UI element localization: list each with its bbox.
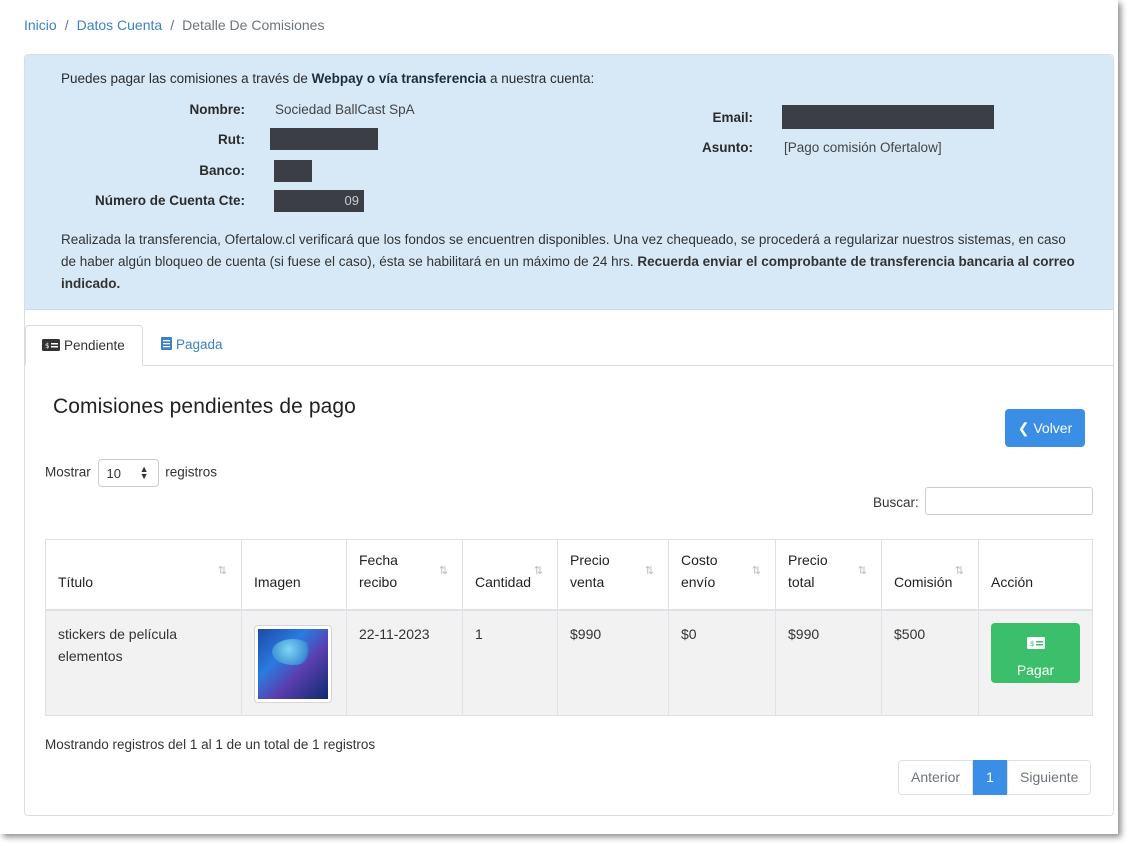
commissions-table: Título ⇅ Imagen Fecha recibo ⇅ Cantidad ⇅ P… (45, 539, 1093, 716)
breadcrumb-home-link[interactable]: Inicio (24, 17, 57, 33)
cell-titulo: stickers de película elementos (45, 609, 242, 716)
tab-pagada-label: Pagada (176, 337, 223, 352)
asunto-value: [Pago comisión Ofertalow] (784, 140, 942, 155)
asunto-label: Asunto: (702, 140, 753, 155)
email-label: Email: (712, 110, 753, 125)
length-post: registros (165, 464, 218, 480)
volver-button[interactable]: ❮ Volver (1005, 409, 1085, 447)
section-title: Comisiones pendientes de pago (53, 395, 356, 418)
product-thumbnail[interactable] (254, 624, 332, 703)
sort-icon: ⇅ (438, 565, 448, 577)
table-row: stickers de película elementos 22-11-202… (45, 609, 1093, 716)
cell-comision: $500 (881, 609, 979, 716)
svg-text:$: $ (1030, 640, 1034, 648)
col-precio-venta-label: Precio venta (570, 551, 610, 590)
commissions-card: Puedes pagar las comisiones a través de … (24, 54, 1114, 816)
col-cantidad-label: Cantidad (475, 573, 532, 590)
length-pre: Mostrar (45, 464, 91, 480)
tab-pendiente-label: Pendiente (64, 338, 125, 353)
tabs: $ Pendiente Pagada (25, 325, 1113, 366)
sort-icon: ⇅ (954, 565, 964, 577)
sort-icon: ⇅ (533, 565, 543, 577)
sort-icon: ⇅ (644, 565, 654, 577)
pagar-button[interactable]: $ Pagar (991, 622, 1080, 683)
transfer-note: Realizada la transferencia, Ofertalow.cl… (61, 229, 1081, 295)
volver-label: Volver (1033, 420, 1073, 436)
col-fecha[interactable]: Fecha recibo ⇅ (346, 539, 463, 611)
product-image (258, 628, 328, 699)
col-precio-total-label: Precio total (788, 551, 828, 590)
cuenta-suffix: 09 (344, 193, 359, 208)
intro-text: Puedes pagar las comisiones a través de (61, 71, 312, 86)
pagar-label: Pagar (1016, 661, 1055, 678)
cell-costo-envio: $0 (668, 609, 776, 716)
nombre-label: Nombre: (189, 102, 245, 117)
col-imagen: Imagen (241, 539, 347, 611)
col-costo-envio[interactable]: Costo envío ⇅ (668, 539, 776, 611)
col-titulo-label: Título (58, 573, 94, 590)
money-icon: $ (42, 339, 60, 354)
cell-precio-total: $990 (775, 609, 882, 716)
col-comision-label: Comisión (894, 573, 953, 590)
breadcrumb-account-link[interactable]: Datos Cuenta (77, 17, 163, 33)
cuenta-redacted: 09 (274, 190, 364, 212)
col-precio-venta[interactable]: Precio venta ⇅ (557, 539, 669, 611)
pagination-next[interactable]: Siguiente (1007, 760, 1092, 795)
svg-text:$: $ (45, 342, 49, 350)
pagination: Anterior 1 Siguiente (898, 760, 1092, 795)
chevron-left-icon: ❮ (1017, 420, 1030, 436)
sort-icon: ⇅ (751, 565, 761, 577)
col-costo-envio-label: Costo envío (681, 551, 718, 590)
cell-imagen (241, 609, 347, 716)
tab-pendiente[interactable]: $ Pendiente (25, 325, 143, 366)
cell-cantidad: 1 (462, 609, 558, 716)
banco-redacted (274, 160, 312, 182)
col-accion: Acción (978, 539, 1093, 611)
search-input[interactable] (925, 487, 1093, 515)
cell-fecha: 22-11-2023 (346, 609, 463, 716)
banco-label: Banco: (199, 163, 245, 178)
col-fecha-label: Fecha recibo (359, 551, 398, 590)
sort-icon: ⇅ (857, 565, 867, 577)
table-header-row: Título ⇅ Imagen Fecha recibo ⇅ Cantidad ⇅ P… (45, 539, 1093, 611)
col-precio-total[interactable]: Precio total ⇅ (775, 539, 882, 611)
nombre-value: Sociedad BallCast SpA (275, 102, 415, 117)
breadcrumb-separator: / (64, 17, 69, 33)
search-area: Buscar: (873, 487, 1093, 515)
rut-redacted (270, 128, 378, 150)
col-accion-label: Acción (991, 573, 1034, 590)
length-menu: Mostrar 10 ▲ ▼ registros (45, 459, 217, 487)
cuenta-label: Número de Cuenta Cte: (94, 193, 245, 208)
window: Inicio / Datos Cuenta / Detalle De Comisione… (0, 0, 1118, 834)
cell-precio-venta: $990 (557, 609, 669, 716)
email-redacted (782, 105, 994, 129)
intro-bold: Webpay o vía transferencia (311, 71, 487, 86)
table-info: Mostrando registros del 1 al 1 de un tot… (45, 737, 376, 752)
rut-label: Rut: (218, 132, 245, 147)
col-titulo[interactable]: Título ⇅ (45, 539, 242, 611)
page-length-value: 10 (106, 466, 121, 481)
payment-intro: Puedes pagar las comisiones a través de … (61, 71, 594, 86)
receipt-icon (161, 337, 172, 353)
col-comision[interactable]: Comisión ⇅ (881, 539, 979, 611)
payment-info-alert: Puedes pagar las comisiones a través de … (25, 55, 1113, 310)
breadcrumb-separator: / (170, 17, 175, 33)
col-cantidad[interactable]: Cantidad ⇅ (462, 539, 558, 611)
pagination-page-1[interactable]: 1 (973, 760, 1008, 795)
cell-accion: $ Pagar (978, 609, 1093, 716)
col-imagen-label: Imagen (254, 573, 301, 590)
select-arrows-icon: ▲ ▼ (139, 464, 149, 481)
page-length-select[interactable]: 10 ▲ ▼ (97, 459, 159, 487)
sort-icon: ⇅ (217, 565, 227, 577)
tab-pagada[interactable]: Pagada (145, 325, 239, 366)
pagination-previous[interactable]: Anterior (898, 760, 974, 795)
breadcrumb-current: Detalle De Comisiones (182, 17, 325, 33)
breadcrumb: Inicio / Datos Cuenta / Detalle De Comisione… (24, 17, 324, 33)
intro-text-end: a nuestra cuenta: (486, 71, 595, 86)
money-icon: $ (991, 633, 1080, 655)
search-label: Buscar: (873, 495, 919, 510)
